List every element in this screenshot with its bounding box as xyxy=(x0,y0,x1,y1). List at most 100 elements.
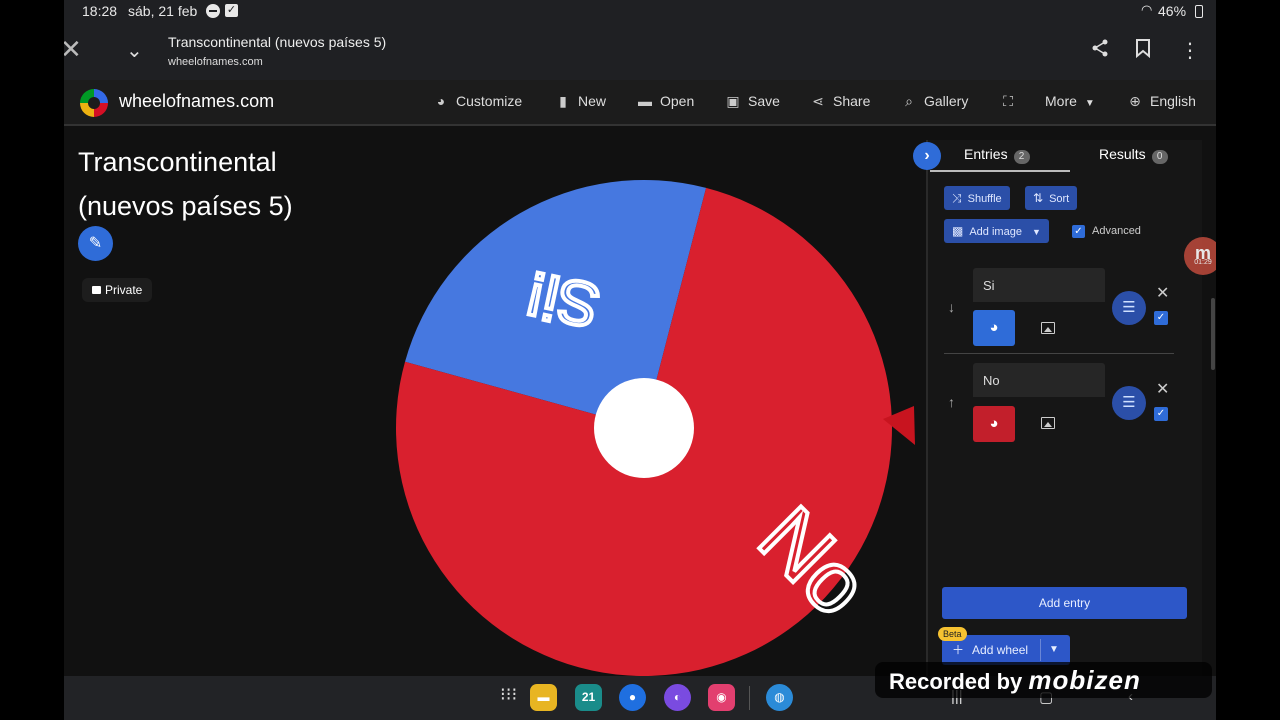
screen-recorder-bubble[interactable]: m 01:29 xyxy=(1184,237,1216,275)
spinning-wheel[interactable]: Si! No xyxy=(394,178,924,678)
messages-app-icon[interactable]: ● xyxy=(619,684,646,711)
more-button[interactable]: More ▼ xyxy=(1045,93,1095,109)
status-time: 18:28 xyxy=(82,3,118,19)
capcut-overlay-icon[interactable]: ✕ xyxy=(64,34,100,66)
left-letterbox xyxy=(0,0,64,720)
site-name[interactable]: wheelofnames.com xyxy=(119,91,274,112)
caret-down-icon: ▼ xyxy=(1084,98,1095,109)
save-label: Save xyxy=(748,93,780,109)
add-image-button[interactable]: ▩ Add image ▼ xyxy=(944,219,1049,243)
entry-image-button-si[interactable] xyxy=(1037,317,1059,339)
fullscreen-button[interactable]: ⛶ xyxy=(999,93,1023,110)
share-button[interactable]: ⋖ Share xyxy=(809,93,870,110)
tab-entries[interactable]: Entries 2 xyxy=(964,146,1030,164)
globe-icon: ⊕ xyxy=(1129,93,1141,109)
add-wheel-label: Add wheel xyxy=(972,643,1029,657)
add-entry-button[interactable]: Add entry xyxy=(942,587,1187,619)
recorder-time: 01:29 xyxy=(1194,259,1212,266)
entry-color-button-no[interactable]: ◕ xyxy=(973,406,1015,442)
language-label: English xyxy=(1150,93,1196,109)
private-badge[interactable]: Private xyxy=(82,278,153,302)
caret-down-icon[interactable]: ▼ xyxy=(1049,635,1059,665)
new-label: New xyxy=(578,93,607,109)
entries-panel: › Entries 2 Results 0 ⤨ Shuffle ⇅ Sort ▩ Add … xyxy=(913,140,1202,680)
file-icon: ▮ xyxy=(559,93,567,109)
battery-level: 46% xyxy=(1158,3,1187,19)
site-header: wheelofnames.com ◕ Customize ▮ New ▬ Open ▣… xyxy=(64,80,1216,126)
customize-label: Customize xyxy=(456,93,523,109)
open-label: Open xyxy=(660,93,695,109)
watermark-brand: mobizen xyxy=(1028,665,1141,695)
language-button[interactable]: ⊕ English xyxy=(1126,93,1196,110)
share-label: Share xyxy=(833,93,871,109)
split-divider xyxy=(1040,639,1041,661)
beta-badge: Beta xyxy=(938,627,967,641)
entry-color-button-si[interactable]: ◕ xyxy=(973,310,1015,346)
shuffle-button[interactable]: ⤨ Shuffle xyxy=(944,186,1010,210)
advanced-label: Advanced xyxy=(1092,225,1141,237)
active-tab-indicator xyxy=(930,170,1070,172)
chevron-right-icon: › xyxy=(924,147,930,164)
checkbox-notification-icon: ✓ xyxy=(225,4,238,17)
collapse-panel-button[interactable]: › xyxy=(913,142,941,170)
open-button[interactable]: ▬ Open xyxy=(636,93,694,109)
pencil-icon: ✎ xyxy=(88,235,103,252)
tab-entries-label: Entries xyxy=(964,146,1008,162)
save-button[interactable]: ▣ Save xyxy=(724,93,780,110)
move-up-icon[interactable]: ↑ xyxy=(948,394,955,410)
save-icon: ▣ xyxy=(726,93,740,109)
internet-app-icon[interactable]: ◐ xyxy=(664,684,691,711)
gallery-button[interactable]: ⌕ Gallery xyxy=(900,93,968,110)
advanced-checkbox[interactable]: ✓ xyxy=(1072,225,1085,238)
wheel-center-button[interactable] xyxy=(594,378,694,478)
browser-page-title: Transcontinental (nuevos países 5) xyxy=(168,34,387,50)
app-drawer-icon[interactable]: ⁝⁝⁝ xyxy=(500,684,517,705)
browser-url[interactable]: wheelofnames.com xyxy=(168,56,263,68)
wifi-icon: ◠ xyxy=(1141,2,1153,17)
browser-app-icon[interactable]: ◍ xyxy=(766,684,793,711)
browser-toolbar: ✕ ⌄ Transcontinental (nuevos países 5) w… xyxy=(64,22,1216,80)
sliders-icon: ☰ xyxy=(1122,299,1136,316)
panel-scrollbar[interactable] xyxy=(1211,298,1215,370)
chevron-down-icon[interactable]: ⌄ xyxy=(126,38,143,63)
recording-watermark: Recorded by mobizen xyxy=(875,662,1212,698)
sliders-icon: ☰ xyxy=(1122,394,1136,411)
overflow-menu-icon[interactable]: ⋮ xyxy=(1180,38,1200,63)
entry-text-field-no[interactable]: No xyxy=(973,363,1105,397)
folder-icon: ▬ xyxy=(638,93,652,109)
files-app-icon[interactable]: ▬ xyxy=(530,684,557,711)
customize-button[interactable]: ◕ Customize xyxy=(432,93,522,109)
calendar-app-icon[interactable]: 21 xyxy=(575,684,602,711)
wheelofnames-logo[interactable] xyxy=(80,89,108,117)
move-down-icon[interactable]: ↓ xyxy=(948,299,955,315)
delete-entry-icon-no[interactable]: ✕ xyxy=(1156,379,1169,399)
wheel-segment-label-si: Si! xyxy=(521,258,606,341)
palette-icon: ◕ xyxy=(436,93,446,109)
lock-icon xyxy=(92,286,101,294)
palette-icon: ◕ xyxy=(989,415,999,432)
camera-app-icon[interactable]: ◉ xyxy=(708,684,735,711)
tab-results-label: Results xyxy=(1099,146,1146,162)
tablet-screen: 18:28 sáb, 21 feb ✓ ◠ 46% ✕ ⌄ Transconti… xyxy=(64,0,1216,720)
entry-settings-button-no[interactable]: ☰ xyxy=(1112,386,1146,420)
entry-enabled-checkbox-no[interactable]: ✓ xyxy=(1154,407,1168,421)
entry-text-field-si[interactable]: Si xyxy=(973,268,1105,302)
bookmark-icon[interactable] xyxy=(1134,38,1152,64)
tab-results[interactable]: Results 0 xyxy=(1099,146,1168,164)
sort-button[interactable]: ⇅ Sort xyxy=(1025,186,1078,210)
status-bar: 18:28 sáb, 21 feb ✓ ◠ 46% xyxy=(64,0,1216,22)
entry-settings-button-si[interactable]: ☰ xyxy=(1112,291,1146,325)
palette-icon: ◕ xyxy=(989,319,999,336)
new-button[interactable]: ▮ New xyxy=(554,93,606,110)
entry-image-button-no[interactable] xyxy=(1037,412,1059,434)
status-date: sáb, 21 feb xyxy=(128,3,198,19)
entries-count-badge: 2 xyxy=(1013,150,1030,164)
entry-enabled-checkbox-si[interactable]: ✓ xyxy=(1154,311,1168,325)
delete-entry-icon-si[interactable]: ✕ xyxy=(1156,283,1169,303)
battery-icon xyxy=(1195,5,1203,18)
share-icon[interactable] xyxy=(1090,38,1110,64)
private-label: Private xyxy=(105,283,143,297)
image-icon: ▩ xyxy=(952,224,964,238)
plus-icon: ＋ xyxy=(952,643,965,657)
edit-title-button[interactable]: ✎ xyxy=(78,226,113,261)
